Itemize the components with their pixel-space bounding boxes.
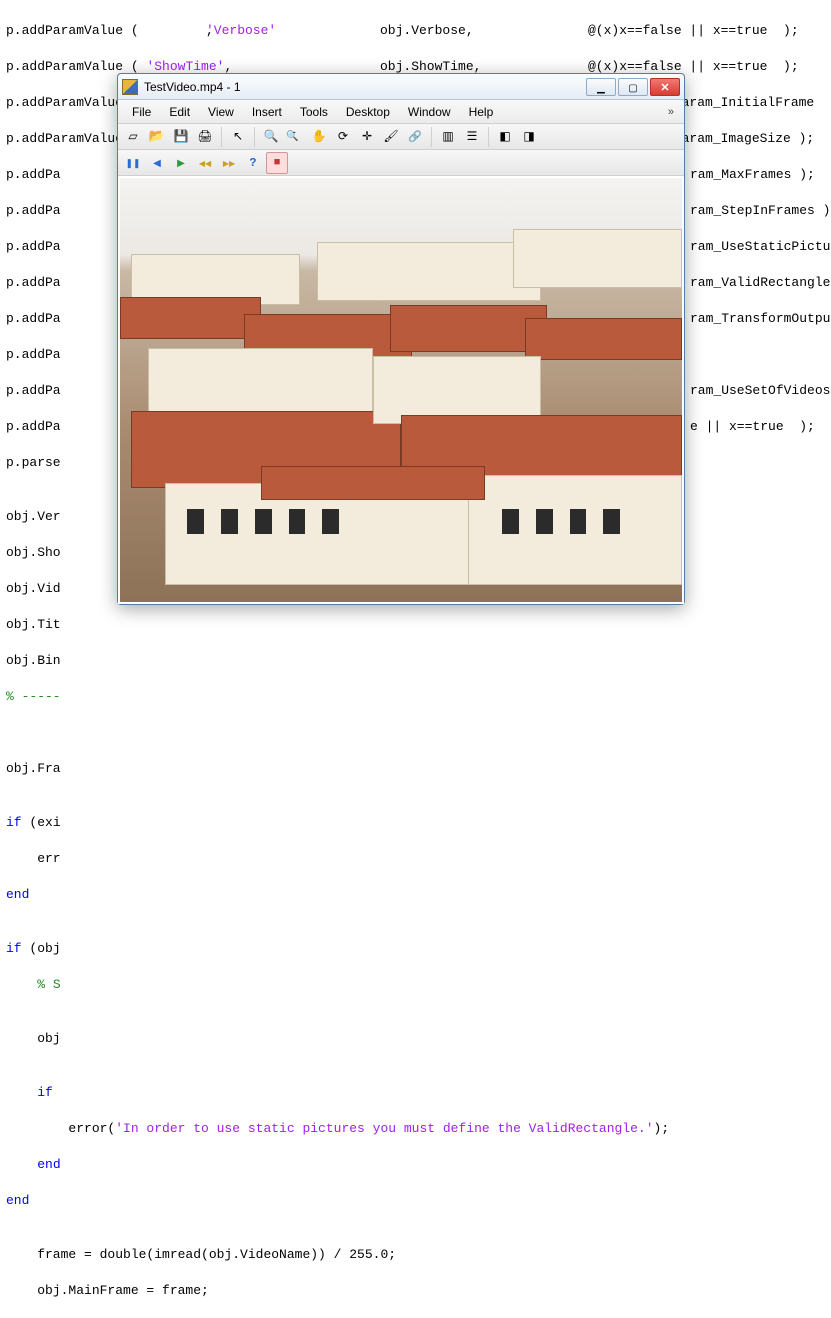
brush-icon [383,129,398,144]
rotate-icon [338,129,348,144]
toolbar-separator [221,127,222,147]
dock-right-icon [523,129,534,144]
close-button[interactable] [650,78,680,96]
menu-help[interactable]: Help [461,103,502,121]
playback-toolbar [118,150,684,176]
save-button[interactable] [170,126,192,148]
minimize-button[interactable] [586,78,616,96]
save-icon [174,129,189,144]
zoom-out-button[interactable] [284,126,306,148]
matlab-icon [122,79,138,95]
titlebar[interactable]: TestVideo.mp4 - 1 [118,74,684,100]
rewind-icon [199,156,211,170]
figure-canvas[interactable] [118,176,684,604]
dock-left-icon [499,129,510,144]
menubar: File Edit View Insert Tools Desktop Wind… [118,100,684,124]
step-back-button[interactable] [146,152,168,174]
close-icon [660,79,669,94]
menu-overflow[interactable] [668,106,678,118]
legend-icon [467,129,478,144]
minimize-icon [597,79,605,94]
fast-forward-icon [223,156,235,170]
pause-button[interactable] [122,152,144,174]
play-icon [177,156,185,170]
colorbar-button[interactable] [437,126,459,148]
stop-button[interactable] [266,152,288,174]
link-button[interactable] [404,126,426,148]
zoom-in-icon [264,129,279,144]
open-icon [149,129,165,144]
menu-tools[interactable]: Tools [292,103,336,121]
open-button[interactable] [146,126,168,148]
maximize-button[interactable] [618,78,648,96]
print-button[interactable] [194,126,216,148]
link-icon [408,130,422,144]
brush-button[interactable] [380,126,402,148]
menu-file[interactable]: File [124,103,159,121]
menu-window[interactable]: Window [400,103,459,121]
zoom-out-icon [286,131,304,143]
rotate-button[interactable] [332,126,354,148]
maximize-icon [628,79,637,94]
figure-toolbar [118,124,684,150]
edit-plot-button[interactable] [227,126,249,148]
menu-insert[interactable]: Insert [244,103,290,121]
pointer-icon [233,129,243,144]
help-icon [249,156,256,170]
pause-icon [125,156,140,170]
toolbar-separator [431,127,432,147]
legend-button[interactable] [461,126,483,148]
chevron-right-icon [668,106,674,118]
figure-window: TestVideo.mp4 - 1 File Edit View Insert … [117,73,685,605]
zoom-in-button[interactable] [260,126,282,148]
new-figure-button[interactable] [122,126,144,148]
fast-forward-button[interactable] [218,152,240,174]
data-cursor-button[interactable] [356,126,378,148]
pan-icon [312,129,327,144]
video-frame-image [120,178,682,602]
window-title: TestVideo.mp4 - 1 [144,80,586,94]
hide-plot-tools-button[interactable] [494,126,516,148]
rewind-button[interactable] [194,152,216,174]
menu-edit[interactable]: Edit [161,103,198,121]
help-button[interactable] [242,152,264,174]
colorbar-icon [442,129,453,144]
show-plot-tools-button[interactable] [518,126,540,148]
toolbar-separator [254,127,255,147]
toolbar-separator [488,127,489,147]
pan-button[interactable] [308,126,330,148]
menu-view[interactable]: View [200,103,242,121]
new-icon [128,129,137,144]
data-cursor-icon [362,129,372,144]
menu-desktop[interactable]: Desktop [338,103,398,121]
print-icon [197,129,212,144]
play-button[interactable] [170,152,192,174]
step-back-icon [153,156,161,170]
